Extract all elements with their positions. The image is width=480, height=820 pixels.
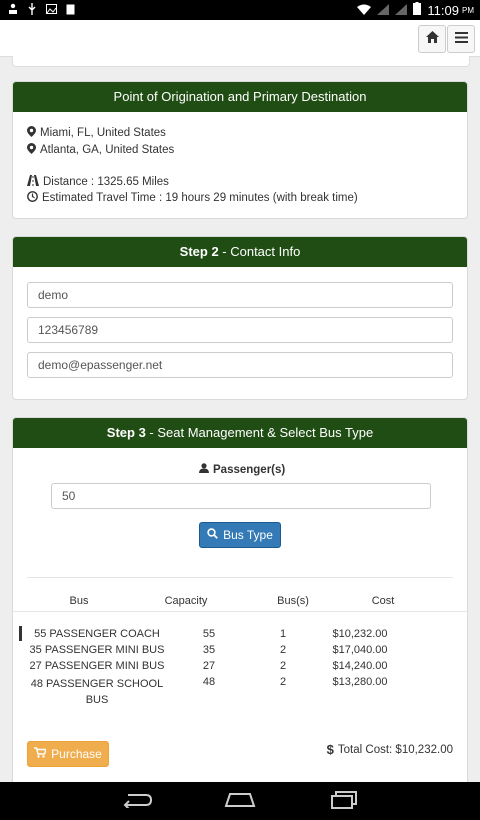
passenger-input[interactable]: 50 (51, 483, 431, 509)
menu-icon (454, 30, 468, 48)
travel-time-row: Estimated Travel Time : 19 hours 29 minu… (27, 191, 358, 205)
recent-apps-icon[interactable] (330, 791, 358, 814)
bus-type-label: Bus Type (223, 528, 273, 542)
name-field[interactable]: demo (27, 282, 453, 308)
row3-count: 2 (279, 660, 287, 672)
divider (27, 577, 453, 578)
user-icon (199, 463, 209, 476)
row2-bus[interactable]: 35 PASSENGER MINI BUS (27, 644, 167, 656)
image-icon (46, 4, 57, 17)
row2-capacity: 35 (202, 644, 216, 656)
cart-icon (34, 747, 48, 761)
road-icon (27, 175, 39, 189)
row1-bus[interactable]: 55 PASSENGER COACH (27, 628, 167, 640)
destination-text: Atlanta, GA, United States (40, 144, 175, 156)
previous-panel-bottom (12, 56, 470, 67)
row4-bus[interactable]: 48 PASSENGER SCHOOL BUS (27, 676, 167, 708)
origin-text: Miami, FL, United States (40, 127, 166, 139)
system-nav-bar (0, 782, 480, 820)
back-icon[interactable] (122, 792, 153, 813)
home-button[interactable] (418, 25, 446, 53)
origin-row: Miami, FL, United States (27, 126, 166, 140)
wifi-icon (357, 3, 372, 18)
signal-icon-2 (395, 3, 408, 18)
contact-panel: Step 2 - Contact Info demo 123456789 dem… (12, 236, 468, 400)
col-bus-count: Bus(s) (277, 595, 309, 607)
home-icon (425, 30, 439, 48)
notification-icon (8, 3, 18, 18)
row4-cost: $13,280.00 (332, 676, 388, 688)
row3-cost: $14,240.00 (332, 660, 388, 672)
row1-cost: $10,232.00 (332, 628, 388, 640)
row1-count: 1 (279, 628, 287, 640)
seat-panel: Step 3 - Seat Management & Select Bus Ty… (12, 417, 468, 783)
map-marker-icon (27, 143, 36, 157)
row2-cost: $17,040.00 (332, 644, 388, 656)
document-icon (66, 4, 75, 18)
total-cost: $ Total Cost: $10,232.00 (327, 742, 453, 757)
clock-time: 11:09 (427, 2, 459, 18)
app-header (0, 20, 480, 57)
phone-field[interactable]: 123456789 (27, 317, 453, 343)
passenger-label-row: Passenger(s) (199, 463, 285, 476)
route-panel-header: Point of Origination and Primary Destina… (13, 82, 467, 112)
destination-row: Atlanta, GA, United States (27, 143, 174, 157)
row4-count: 2 (279, 676, 287, 688)
col-bus: Bus (69, 595, 89, 607)
map-marker-icon (27, 126, 36, 140)
distance-row: Distance : 1325.65 Miles (27, 175, 169, 189)
selected-row-marker (19, 626, 22, 641)
col-cost: Cost (371, 595, 395, 607)
passenger-label: Passenger(s) (213, 463, 286, 476)
usb-icon (27, 3, 37, 18)
battery-icon (413, 2, 422, 18)
purchase-button[interactable]: Purchase (27, 741, 109, 767)
clock-icon (27, 191, 38, 205)
travel-time-text: Estimated Travel Time : 19 hours 29 minu… (42, 192, 358, 204)
contact-panel-header: Step 2 - Contact Info (13, 237, 467, 267)
bus-type-button[interactable]: Bus Type (199, 522, 281, 548)
signal-icon (377, 3, 390, 18)
status-bar: 11:09 PM (0, 0, 480, 20)
col-capacity: Capacity (164, 595, 208, 607)
distance-text: Distance : 1325.65 Miles (43, 176, 169, 188)
row1-capacity: 55 (202, 628, 216, 640)
dollar-icon: $ (326, 742, 334, 757)
row3-capacity: 27 (202, 660, 216, 672)
email-field[interactable]: demo@epassenger.net (27, 352, 453, 378)
row3-bus[interactable]: 27 PASSENGER MINI BUS (27, 660, 167, 672)
row2-count: 2 (279, 644, 287, 656)
row4-capacity: 48 (202, 676, 216, 688)
clock-ampm: PM (462, 5, 474, 15)
menu-button[interactable] (447, 25, 475, 53)
seat-panel-header: Step 3 - Seat Management & Select Bus Ty… (13, 418, 467, 448)
home-nav-icon[interactable] (224, 792, 256, 813)
table-header-divider (13, 611, 467, 612)
total-cost-text: Total Cost: $10,232.00 (337, 743, 453, 756)
purchase-label: Purchase (51, 747, 102, 761)
route-panel: Point of Origination and Primary Destina… (12, 81, 468, 219)
search-icon (207, 528, 219, 542)
